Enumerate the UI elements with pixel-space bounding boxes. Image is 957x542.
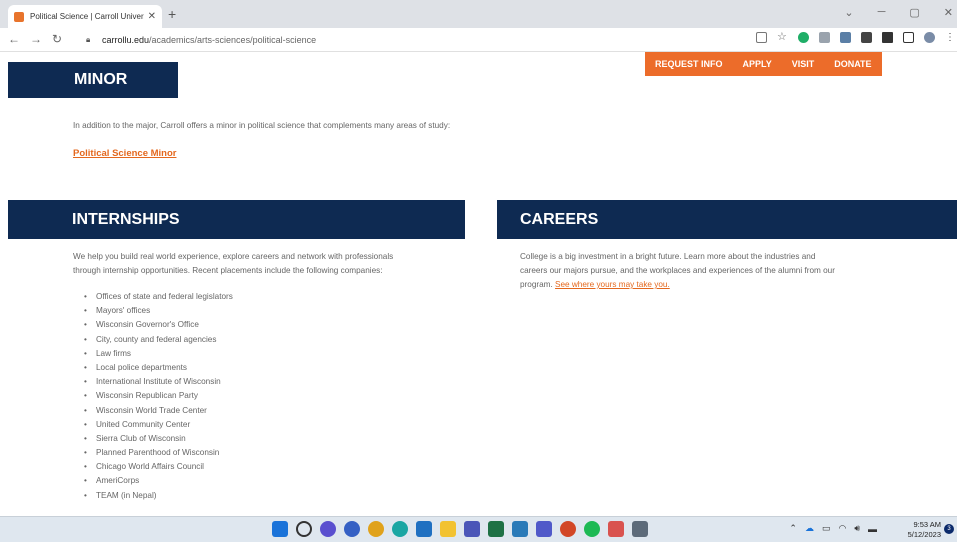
address-bar[interactable]: 🔒︎ carrollu.edu/academics/arts-sciences/… bbox=[86, 31, 726, 49]
list-item: United Community Center bbox=[84, 418, 233, 432]
maximize-icon[interactable]: ▢ bbox=[909, 6, 919, 19]
internships-heading: INTERNSHIPS bbox=[72, 210, 180, 228]
extensions-area: ☆ ⋮ bbox=[756, 32, 955, 43]
list-item: TEAM (in Nepal) bbox=[84, 489, 233, 503]
political-science-minor-link[interactable]: Political Science Minor bbox=[73, 148, 176, 159]
minor-link-wrapper: Political Science Minor bbox=[73, 147, 176, 161]
close-tab-icon[interactable]: ✕ bbox=[148, 11, 156, 22]
volume-icon[interactable]: 🔊︎ bbox=[854, 523, 860, 534]
list-item: Wisconsin Governor's Office bbox=[84, 318, 233, 332]
see-where-link[interactable]: See where yours may take you. bbox=[555, 280, 670, 289]
internships-text-line: We help you build real world experience,… bbox=[73, 252, 394, 261]
powerpoint-icon[interactable] bbox=[560, 521, 576, 537]
donate-link[interactable]: DONATE bbox=[824, 52, 881, 76]
list-item: Local police departments bbox=[84, 361, 233, 375]
apply-link[interactable]: APPLY bbox=[733, 52, 782, 76]
careers-text-line: College is a big investment in a bright … bbox=[520, 252, 816, 261]
list-item: Mayors' offices bbox=[84, 304, 233, 318]
start-icon[interactable] bbox=[272, 521, 288, 537]
system-tray: ⌃ ☁ ▭ ◠ 🔊︎ ▬ bbox=[789, 523, 877, 534]
share-icon[interactable] bbox=[756, 32, 767, 43]
extension-blue-icon[interactable] bbox=[840, 32, 851, 43]
chrome-icon[interactable] bbox=[368, 521, 384, 537]
meet-icon[interactable] bbox=[344, 521, 360, 537]
window-controls: ⌄ ─ ▢ ✕ bbox=[844, 6, 953, 19]
back-icon[interactable]: ← bbox=[8, 32, 20, 46]
minimize-icon[interactable]: ─ bbox=[878, 6, 886, 19]
extension-gray-icon[interactable] bbox=[819, 32, 830, 43]
file-explorer-icon[interactable] bbox=[440, 521, 456, 537]
internship-placements-list: Offices of state and federal legislators… bbox=[84, 290, 233, 503]
close-window-icon[interactable]: ✕ bbox=[944, 6, 953, 19]
web-page: REQUEST INFO APPLY VISIT DONATE MINOR In… bbox=[0, 52, 957, 516]
list-item: Offices of state and federal legislators bbox=[84, 290, 233, 304]
internships-heading-bar: INTERNSHIPS bbox=[8, 200, 465, 239]
clock-time: 9:53 AM bbox=[913, 520, 941, 529]
browser-tab-strip: Political Science | Carroll Univers ✕ + … bbox=[0, 0, 957, 28]
teams-work-icon[interactable] bbox=[536, 521, 552, 537]
careers-text-line: careers our majors pursue, and the workp… bbox=[520, 266, 835, 275]
minor-heading: MINOR bbox=[74, 71, 128, 88]
bookmark-star-icon[interactable]: ☆ bbox=[777, 32, 788, 43]
chat-icon[interactable] bbox=[320, 521, 336, 537]
browser-toolbar: ← → ↻ 🔒︎ carrollu.edu/academics/arts-sci… bbox=[0, 28, 957, 52]
onedrive-icon[interactable]: ☁ bbox=[805, 523, 814, 534]
extension-dark-icon[interactable] bbox=[861, 32, 872, 43]
spotify-icon[interactable] bbox=[584, 521, 600, 537]
new-tab-icon[interactable]: + bbox=[168, 6, 176, 22]
utility-nav: REQUEST INFO APPLY VISIT DONATE bbox=[645, 52, 882, 76]
minor-heading-bar: MINOR bbox=[8, 62, 178, 98]
internships-text-line: through internship opportunities. Recent… bbox=[73, 266, 383, 275]
list-item: International Institute of Wisconsin bbox=[84, 375, 233, 389]
edge-icon[interactable] bbox=[392, 521, 408, 537]
list-item: Planned Parenthood of Wisconsin bbox=[84, 446, 233, 460]
menu-kebab-icon[interactable]: ⋮ bbox=[945, 32, 955, 43]
clock-date: 5/12/2023 bbox=[907, 530, 941, 539]
extension-green-icon[interactable] bbox=[798, 32, 809, 43]
chevron-up-icon[interactable]: ⌃ bbox=[789, 523, 797, 534]
calculator-icon[interactable] bbox=[632, 521, 648, 537]
list-item: Wisconsin World Trade Center bbox=[84, 404, 233, 418]
list-item: Law firms bbox=[84, 347, 233, 361]
reload-icon[interactable]: ↻ bbox=[52, 32, 62, 46]
site-favicon-icon bbox=[14, 11, 24, 22]
teams-icon[interactable] bbox=[464, 521, 480, 537]
list-item: AmeriCorps bbox=[84, 474, 233, 488]
app-icon[interactable] bbox=[608, 521, 624, 537]
tab-title: Political Science | Carroll Univers bbox=[30, 12, 144, 21]
forward-icon[interactable]: → bbox=[30, 32, 42, 46]
network-icon[interactable]: ▭ bbox=[822, 523, 831, 534]
excel-icon[interactable] bbox=[488, 521, 504, 537]
list-item: Chicago World Affairs Council bbox=[84, 460, 233, 474]
careers-description: College is a big investment in a bright … bbox=[520, 250, 835, 292]
windows-taskbar: ⌃ ☁ ▭ ◠ 🔊︎ ▬ 9:53 AM 5/12/2023 3 bbox=[0, 516, 957, 542]
browser-tab[interactable]: Political Science | Carroll Univers ✕ bbox=[8, 5, 162, 28]
url-path: /academics/arts-sciences/political-scien… bbox=[149, 35, 317, 45]
extensions-puzzle-icon[interactable] bbox=[882, 32, 893, 43]
careers-text-lead: program. bbox=[520, 280, 553, 289]
profile-avatar-icon[interactable] bbox=[924, 32, 935, 43]
request-info-link[interactable]: REQUEST INFO bbox=[645, 52, 733, 76]
list-item: Wisconsin Republican Party bbox=[84, 389, 233, 403]
careers-text-line: program. See where yours may take you. bbox=[520, 278, 835, 292]
wifi-icon[interactable]: ◠ bbox=[838, 523, 846, 534]
internships-description: We help you build real world experience,… bbox=[73, 250, 393, 278]
taskbar-clock[interactable]: 9:53 AM 5/12/2023 bbox=[908, 520, 941, 540]
taskbar-apps bbox=[272, 521, 648, 537]
lock-icon: 🔒︎ bbox=[86, 35, 91, 44]
careers-heading-bar: CAREERS bbox=[497, 200, 957, 239]
url-domain: carrollu.edu bbox=[102, 35, 150, 45]
sidebar-icon[interactable] bbox=[903, 32, 914, 43]
mail-icon[interactable] bbox=[416, 521, 432, 537]
list-item: Sierra Club of Wisconsin bbox=[84, 432, 233, 446]
minor-description: In addition to the major, Carroll offers… bbox=[73, 121, 451, 130]
notification-badge[interactable]: 3 bbox=[944, 524, 954, 534]
careers-heading: CAREERS bbox=[520, 210, 599, 228]
tab-search-icon[interactable]: ⌄ bbox=[844, 6, 853, 19]
store-icon[interactable] bbox=[512, 521, 528, 537]
list-item: City, county and federal agencies bbox=[84, 333, 233, 347]
search-icon[interactable] bbox=[296, 521, 312, 537]
visit-link[interactable]: VISIT bbox=[782, 52, 825, 76]
battery-icon[interactable]: ▬ bbox=[868, 524, 877, 534]
